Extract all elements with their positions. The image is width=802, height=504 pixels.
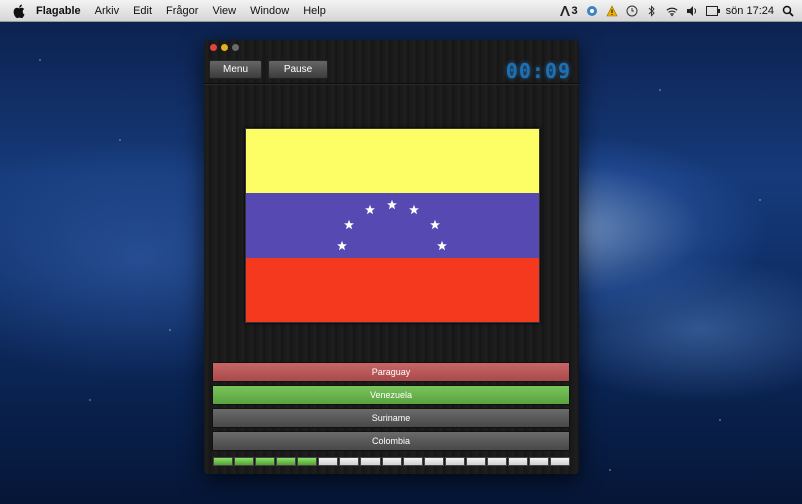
progress-segment <box>444 457 465 466</box>
progress-segment <box>213 457 234 466</box>
progress-segment <box>360 457 381 466</box>
apple-icon <box>13 4 25 18</box>
progress-segment <box>528 457 549 466</box>
progress-segment <box>402 457 423 466</box>
progress-segment <box>255 457 276 466</box>
menubar-clock[interactable]: sön 17:24 <box>726 5 774 17</box>
time-machine-icon[interactable] <box>626 5 638 17</box>
progress-bar <box>213 457 571 467</box>
flagable-window: Menu Pause 00:09 Paraguay Venezuela Surina… <box>204 40 579 474</box>
menu-window[interactable]: Window <box>250 5 289 17</box>
progress-segment <box>423 457 444 466</box>
answer-list: Paraguay Venezuela Suriname Colombia <box>212 362 570 454</box>
answer-button-colombia[interactable]: Colombia <box>212 431 570 451</box>
menu-fragor[interactable]: Frågor <box>166 5 198 17</box>
progress-segment <box>297 457 318 466</box>
zoom-window-button[interactable] <box>232 44 239 51</box>
adobe-icon <box>559 6 570 16</box>
status-area: 3 sön 17:24 <box>559 0 794 22</box>
bluetooth-icon[interactable] <box>646 5 658 17</box>
spotlight-search-icon[interactable] <box>782 5 794 17</box>
flag-image <box>245 128 540 323</box>
menu-view[interactable]: View <box>212 5 236 17</box>
menu-button[interactable]: Menu <box>209 60 262 79</box>
progress-segment <box>234 457 255 466</box>
toolbar-divider <box>204 83 579 85</box>
progress-segment <box>465 457 486 466</box>
progress-segment <box>486 457 507 466</box>
close-window-button[interactable] <box>210 44 217 51</box>
minimize-window-button[interactable] <box>221 44 228 51</box>
progress-segment <box>318 457 339 466</box>
progress-segment <box>339 457 360 466</box>
adobe-status-item[interactable]: 3 <box>559 5 578 17</box>
menu-arkiv[interactable]: Arkiv <box>95 5 119 17</box>
menu-help[interactable]: Help <box>303 5 326 17</box>
window-titlebar[interactable] <box>204 40 579 56</box>
progress-segment <box>507 457 528 466</box>
progress-segment <box>550 457 571 466</box>
dropbox-icon[interactable] <box>586 5 598 17</box>
apple-menu[interactable] <box>12 4 26 18</box>
wifi-icon[interactable] <box>666 5 678 17</box>
answer-button-suriname[interactable]: Suriname <box>212 408 570 428</box>
warning-icon[interactable] <box>606 5 618 17</box>
flag-stripe-bottom <box>246 258 539 322</box>
timer-display: 00:09 <box>505 59 571 83</box>
progress-segment <box>276 457 297 466</box>
adobe-count: 3 <box>571 5 578 17</box>
pause-button[interactable]: Pause <box>268 60 328 79</box>
answer-button-venezuela[interactable]: Venezuela <box>212 385 570 405</box>
volume-icon[interactable] <box>686 5 698 17</box>
menu-bar: Flagable Arkiv Edit Frågor View Window H… <box>0 0 802 22</box>
answer-button-paraguay[interactable]: Paraguay <box>212 362 570 382</box>
menu-app-name[interactable]: Flagable <box>36 5 81 17</box>
toolbar: Menu Pause 00:09 <box>209 59 574 83</box>
flag-stripe-top <box>246 129 539 193</box>
menu-edit[interactable]: Edit <box>133 5 152 17</box>
progress-segment <box>381 457 402 466</box>
battery-icon[interactable] <box>705 5 720 17</box>
